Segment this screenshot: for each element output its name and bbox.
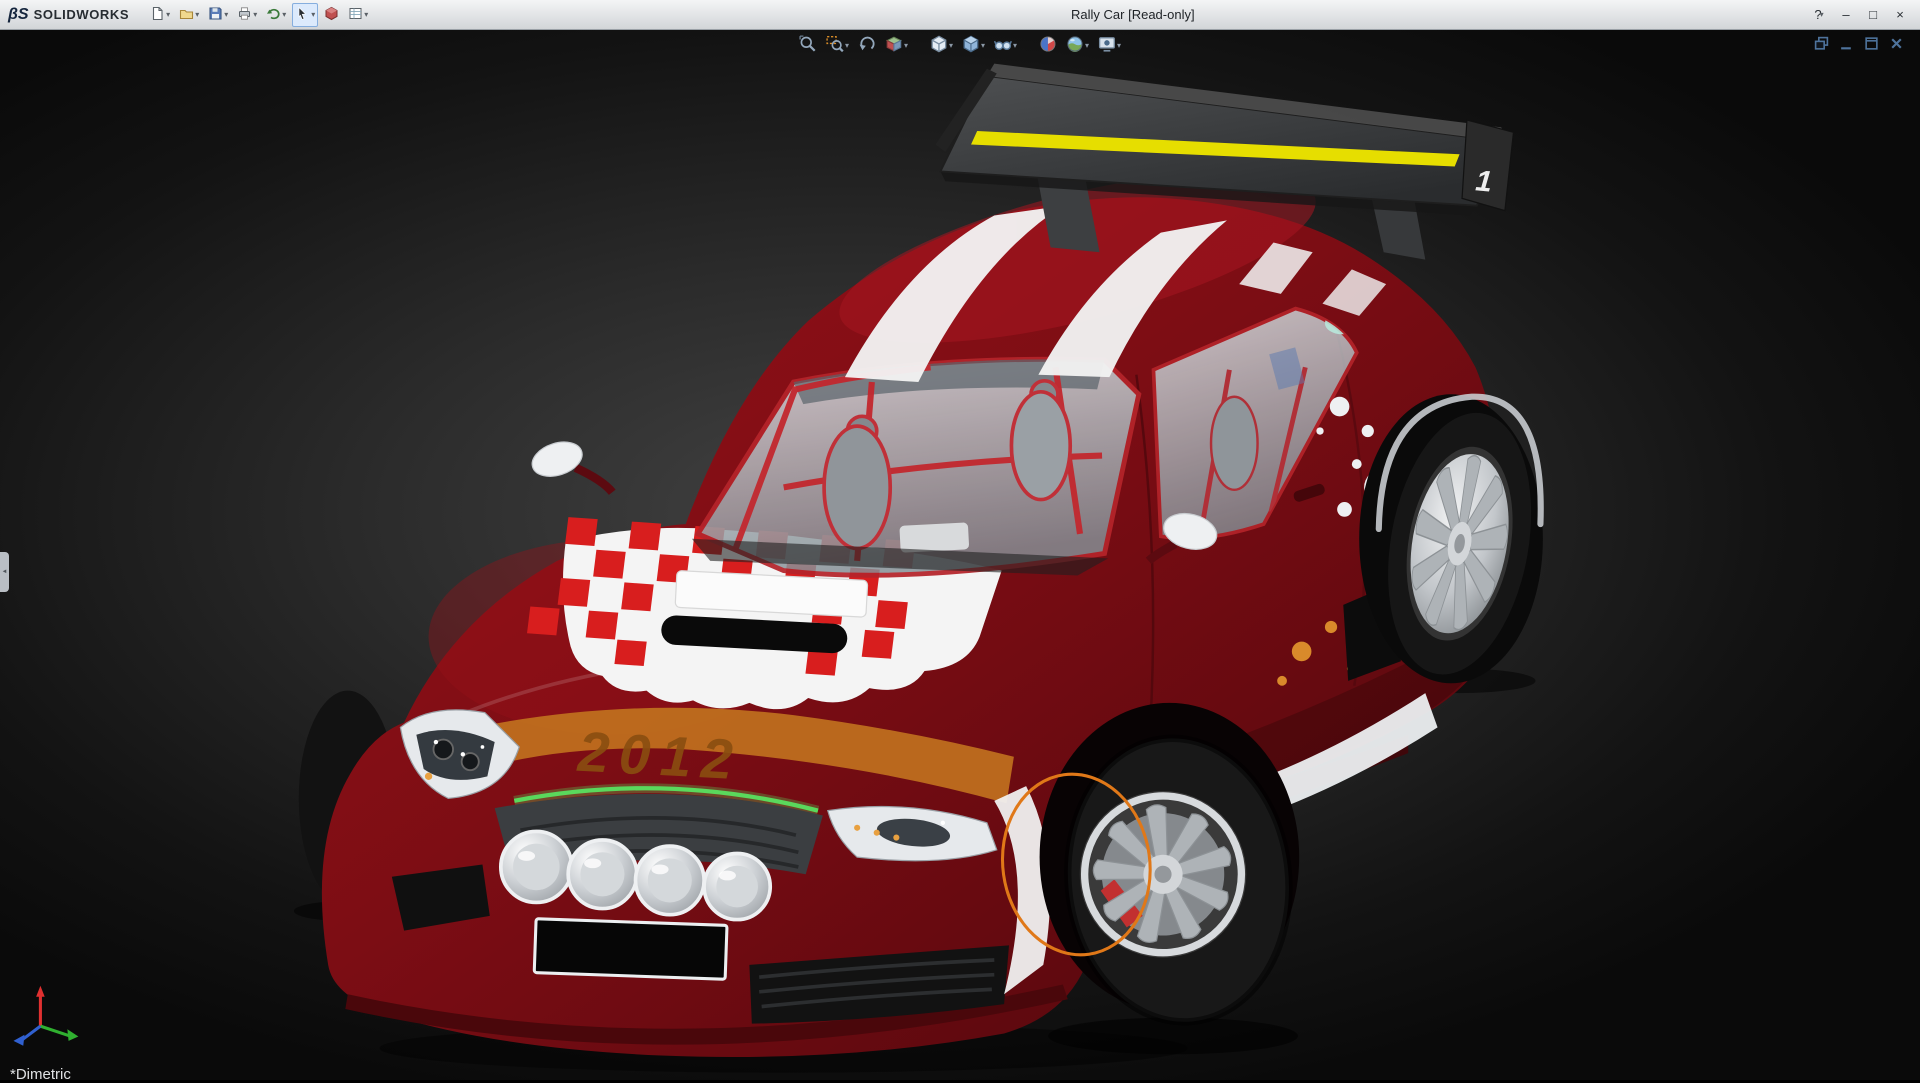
maximize-icon: □ xyxy=(1869,7,1877,22)
dropdown-caret-icon: ▾ xyxy=(1013,42,1017,50)
previous-view-button[interactable] xyxy=(856,33,878,58)
zoom-to-area-icon xyxy=(826,35,844,56)
close-icon: × xyxy=(1896,7,1904,22)
previous-view-icon xyxy=(858,35,876,56)
dropdown-caret-icon: ▾ xyxy=(166,11,170,19)
standard-toolbar: ▾ ▾ ▾ ▾ ▾ ▾ ▾ xyxy=(147,3,371,27)
featuremanager-collapse-tab[interactable]: ◄ xyxy=(0,552,9,592)
view-orientation-label: *Dimetric xyxy=(10,1066,71,1083)
doc-new-window-button[interactable] xyxy=(1814,36,1829,54)
close-button[interactable]: × xyxy=(1888,5,1912,25)
dropdown-caret-icon: ▾ xyxy=(311,11,315,19)
dropdown-caret-icon: ▾ xyxy=(282,11,286,19)
open-document-button[interactable]: ▾ xyxy=(176,3,202,27)
insert-component-button[interactable] xyxy=(321,3,342,27)
zoom-to-fit-button[interactable] xyxy=(797,33,819,58)
dropdown-caret-icon: ▾ xyxy=(364,11,368,19)
view-settings-icon xyxy=(1098,35,1116,56)
view-settings-button[interactable]: ▾ xyxy=(1096,33,1123,58)
dropdown-caret-icon: ▾ xyxy=(195,11,199,19)
dropdown-caret-icon: ▾ xyxy=(981,42,985,50)
dropdown-caret-icon: ▾ xyxy=(845,42,849,50)
select-cursor-icon xyxy=(295,6,310,24)
display-style-icon xyxy=(962,35,980,56)
dropdown-caret-icon: ▾ xyxy=(904,42,908,50)
solidworks-logo-mark: βS xyxy=(8,6,29,24)
save-icon xyxy=(208,6,223,24)
zoom-to-area-button[interactable]: ▾ xyxy=(824,33,851,58)
solidworks-logo: βS SOLIDWORKS xyxy=(8,6,129,24)
maximize-button[interactable]: □ xyxy=(1861,5,1885,25)
open-folder-icon xyxy=(179,6,194,24)
dropdown-caret-icon: ▾ xyxy=(253,11,257,19)
dropdown-caret-icon: ▾ xyxy=(1117,42,1121,50)
window-controls: ? ▾ – □ × xyxy=(1807,5,1912,25)
hide-show-items-button[interactable]: ▾ xyxy=(992,33,1019,58)
dropdown-caret-icon: ▾ xyxy=(224,11,228,19)
edit-appearance-icon xyxy=(1039,35,1057,56)
zoom-to-fit-icon xyxy=(799,35,817,56)
edit-appearance-button[interactable] xyxy=(1037,33,1059,58)
options-button[interactable]: ▾ xyxy=(345,3,371,27)
undo-button[interactable]: ▾ xyxy=(263,3,289,27)
print-button[interactable]: ▾ xyxy=(234,3,260,27)
component-icon xyxy=(324,6,339,24)
section-view-icon xyxy=(885,35,903,56)
section-view-button[interactable]: ▾ xyxy=(883,33,910,58)
minimize-icon: – xyxy=(1842,7,1849,22)
apply-scene-icon xyxy=(1066,35,1084,56)
select-button[interactable]: ▾ xyxy=(292,3,318,27)
title-bar: βS SOLIDWORKS ▾ ▾ ▾ ▾ ▾ ▾ xyxy=(0,0,1920,30)
options-sheet-icon xyxy=(348,6,363,24)
doc-close-button[interactable] xyxy=(1889,36,1904,54)
hide-show-items-icon xyxy=(994,35,1012,56)
solidworks-logo-text: SOLIDWORKS xyxy=(34,7,130,22)
doc-restore-button[interactable] xyxy=(1864,36,1879,54)
graphics-area[interactable] xyxy=(0,29,1920,1080)
collapse-arrow-icon: ◄ xyxy=(2,569,8,575)
dropdown-caret-icon: ▾ xyxy=(1820,11,1824,19)
document-window-controls xyxy=(1814,36,1904,54)
print-icon xyxy=(237,6,252,24)
dropdown-caret-icon: ▾ xyxy=(949,42,953,50)
undo-icon xyxy=(266,6,281,24)
apply-scene-button[interactable]: ▾ xyxy=(1064,33,1091,58)
help-button[interactable]: ? ▾ xyxy=(1807,5,1831,25)
display-style-button[interactable]: ▾ xyxy=(960,33,987,58)
view-orientation-icon xyxy=(930,35,948,56)
new-document-icon xyxy=(150,6,165,24)
headsup-view-toolbar: ▾ ▾ ▾ ▾ ▾ ▾ ▾ xyxy=(797,33,1123,58)
new-document-button[interactable]: ▾ xyxy=(147,3,173,27)
view-orientation-button[interactable]: ▾ xyxy=(928,33,955,58)
minimize-button[interactable]: – xyxy=(1834,5,1858,25)
save-button[interactable]: ▾ xyxy=(205,3,231,27)
dropdown-caret-icon: ▾ xyxy=(1085,42,1089,50)
document-title: Rally Car [Read-only] xyxy=(1071,7,1195,22)
doc-minimize-button[interactable] xyxy=(1839,36,1854,54)
